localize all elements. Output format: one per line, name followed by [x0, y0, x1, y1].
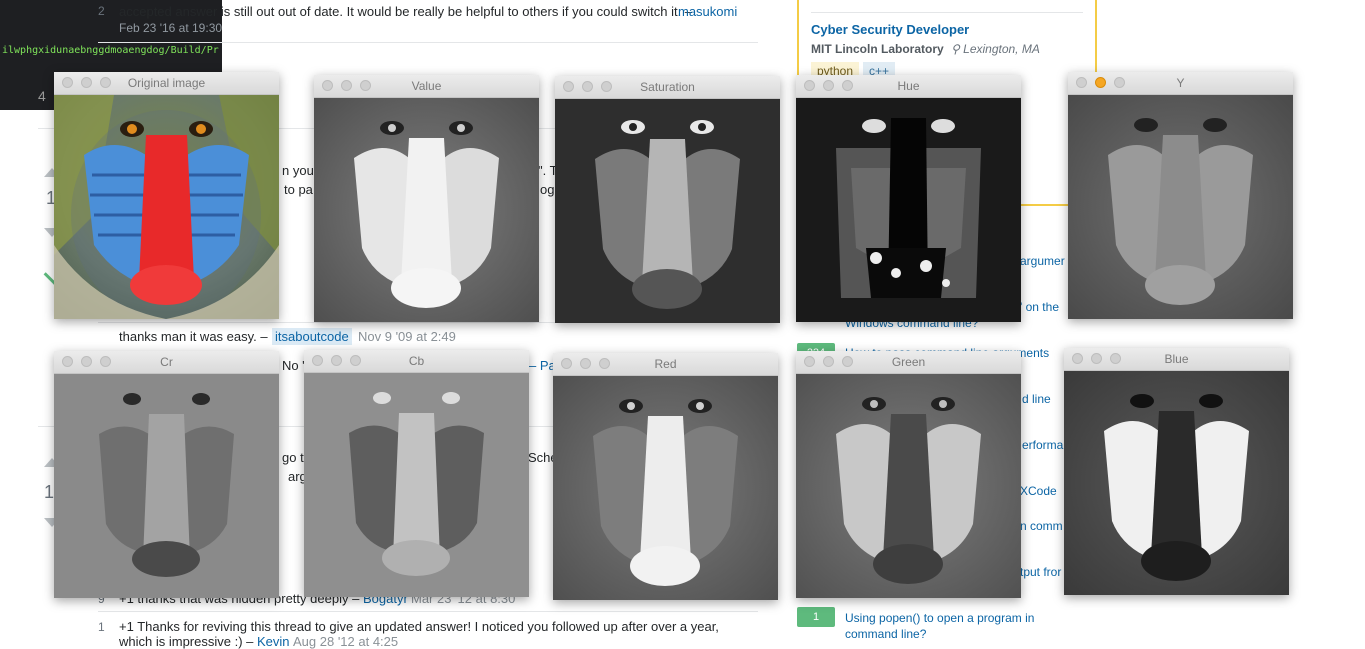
window-titlebar[interactable]: Hue — [796, 75, 1021, 98]
window-titlebar[interactable]: Red — [553, 353, 778, 376]
blue-channel-graphic — [1064, 371, 1289, 595]
cr-channel-image — [54, 374, 279, 598]
related-score-badge: 1 — [797, 607, 835, 627]
job-title-link[interactable]: Cyber Security Developer — [811, 22, 969, 37]
window-titlebar[interactable]: Green — [796, 351, 1021, 374]
window-red[interactable]: Red — [553, 353, 778, 600]
related-question-link[interactable]: n comm — [1020, 519, 1063, 533]
comment-text: +1 Thanks for reviving this thread to gi… — [119, 619, 719, 634]
window-titlebar[interactable]: Cb — [304, 350, 529, 373]
related-question-link[interactable]: Using popen() to open a program in — [845, 611, 1034, 625]
window-hue[interactable]: Hue — [796, 75, 1021, 322]
location-pin-icon: ⚲ — [951, 42, 960, 56]
job-company: MIT Lincoln Laboratory — [811, 42, 944, 56]
comment-date: Nov 9 '09 at 2:49 — [358, 329, 456, 344]
window-title: Blue — [1164, 352, 1189, 366]
window-title: Original image — [127, 76, 206, 90]
window-saturation[interactable]: Saturation — [555, 76, 780, 323]
related-question-link[interactable]: erforma — [1022, 438, 1063, 452]
cb-channel-graphic — [304, 373, 529, 597]
answer-text-fragment: to pa — [284, 182, 313, 197]
cb-channel-image — [304, 373, 529, 597]
comment-user-link-fragment[interactable]: – Pa — [529, 358, 556, 373]
comment-date: Feb 23 '16 at 19:30 — [119, 21, 223, 35]
terminal-tab-digit: 4 — [38, 88, 46, 104]
window-title: Y — [1176, 76, 1185, 90]
window-title: Red — [654, 357, 677, 371]
hue-channel-graphic — [796, 98, 1021, 322]
saturation-channel-image — [555, 99, 780, 323]
related-question-link[interactable]: XCode — [1020, 484, 1057, 498]
divider — [98, 611, 758, 612]
window-title: Value — [411, 79, 442, 93]
mandrill-image — [54, 95, 279, 319]
window-green[interactable]: Green — [796, 351, 1021, 598]
window-blue[interactable]: Blue — [1064, 348, 1289, 595]
related-question-link[interactable]: command line? — [845, 627, 926, 641]
window-titlebar[interactable]: Blue — [1064, 348, 1289, 371]
job-location: ⚲ Lexington, MA — [951, 42, 1040, 56]
comment-score: 2 — [98, 4, 105, 18]
comment-text: accepted answer is still out out of date… — [119, 4, 693, 19]
window-titlebar[interactable]: Original image — [54, 72, 279, 95]
window-titlebar[interactable]: Cr — [54, 351, 279, 374]
green-channel-image — [796, 374, 1021, 598]
related-question-link[interactable]: tput fror — [1020, 565, 1061, 579]
red-channel-image — [553, 376, 778, 600]
value-channel-graphic — [314, 98, 539, 322]
comment-user-link[interactable]: itsaboutcode — [272, 328, 352, 345]
blue-channel-image — [1064, 371, 1289, 595]
window-title: Green — [891, 355, 926, 369]
hue-channel-image — [796, 98, 1021, 322]
window-titlebar[interactable]: Saturation — [555, 76, 780, 99]
comment-score: 1 — [98, 620, 105, 634]
window-titlebar[interactable]: Value — [314, 75, 539, 98]
cr-channel-graphic — [54, 374, 279, 598]
answer-text-fragment: n your — [282, 163, 319, 178]
terminal-path-text: ilwphgxidunaebnggdmoaengdog/Build/Pr — [2, 45, 219, 56]
job-location-text: Lexington, MA — [963, 42, 1040, 56]
mandrill-color-image — [54, 95, 279, 319]
window-cr[interactable]: Cr — [54, 351, 279, 598]
saturation-channel-graphic — [555, 99, 780, 323]
answer-text-fragment: go t — [282, 450, 304, 465]
window-original-image[interactable]: Original image — [54, 72, 279, 319]
value-channel-image — [314, 98, 539, 322]
green-channel-graphic — [796, 374, 1021, 598]
window-value[interactable]: Value — [314, 75, 539, 322]
related-question-link[interactable]: d line — [1022, 392, 1051, 406]
related-question-link[interactable]: argumer — [1020, 254, 1065, 268]
window-titlebar[interactable]: Y — [1068, 72, 1293, 95]
related-question-link[interactable]: ' on the — [1020, 300, 1059, 314]
divider — [98, 42, 758, 43]
comment-text: thanks man it was easy. – — [119, 329, 268, 344]
answer-text-fragment: og — [540, 182, 555, 197]
window-title: Saturation — [640, 80, 695, 94]
window-title: Cr — [160, 355, 173, 369]
window-cb[interactable]: Cb — [304, 350, 529, 597]
y-channel-image — [1068, 95, 1293, 319]
vote-count: 1 — [44, 482, 55, 502]
red-channel-graphic — [553, 376, 778, 600]
y-channel-graphic — [1068, 95, 1293, 319]
window-title: Hue — [897, 79, 920, 93]
window-y[interactable]: Y — [1068, 72, 1293, 319]
divider — [811, 12, 1083, 13]
comment-user-link[interactable]: masukomi — [678, 4, 737, 19]
window-title: Cb — [408, 354, 425, 368]
